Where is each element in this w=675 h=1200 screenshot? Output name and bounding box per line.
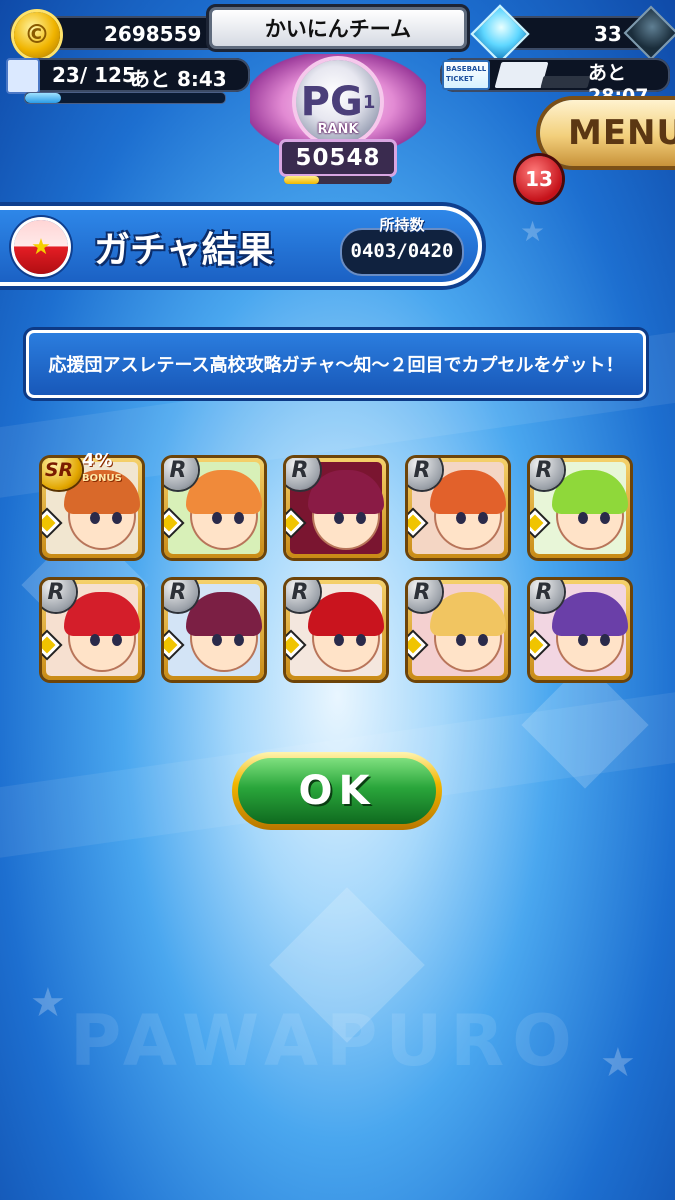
rank-gauge (284, 176, 392, 184)
rank-gauge-fill (284, 176, 319, 184)
bonus-indicator: 4% BONUS (82, 452, 148, 492)
ticket-label-top: BASEBALL (446, 65, 487, 73)
character-eye (234, 634, 244, 646)
result-card[interactable]: R (530, 580, 630, 680)
character-hair (552, 470, 628, 514)
stamina-bar-fill (25, 93, 61, 103)
character-eye (456, 512, 466, 524)
ok-label: OK (298, 768, 376, 814)
result-card[interactable]: R (164, 580, 264, 680)
rank-score: 50548 (282, 142, 394, 174)
background-star: ★ (600, 1040, 636, 1086)
character-eye (90, 512, 100, 524)
character-eye (234, 512, 244, 524)
owned-count-value: 0403/0420 (350, 240, 454, 262)
gem-icon (470, 4, 530, 64)
bonus-label: BONUS (82, 473, 122, 484)
background-star: ★ (30, 980, 66, 1026)
notification-badge[interactable]: 13 (516, 156, 562, 202)
character-hair (430, 592, 506, 636)
capsule-icon: ★ (14, 220, 68, 274)
result-card[interactable]: R (164, 458, 264, 558)
character-eye (478, 634, 488, 646)
rank-label: RANK (317, 122, 359, 137)
character-eye (212, 512, 222, 524)
result-card[interactable]: R (408, 458, 508, 558)
result-card[interactable]: R (408, 580, 508, 680)
character-hair (552, 592, 628, 636)
bonus-value: 4% (82, 450, 113, 471)
character-eye (334, 512, 344, 524)
character-hair (186, 470, 262, 514)
rank-emblem-text: PG (300, 79, 363, 125)
coin-icon: © (14, 12, 60, 58)
character-eye (578, 512, 588, 524)
stamina-timer: あと 8:43 (130, 67, 227, 91)
rank-emblem[interactable]: PG 1 RANK 50548 (250, 46, 426, 192)
character-eye (356, 512, 366, 524)
character-eye (90, 634, 100, 646)
character-eye (356, 634, 366, 646)
result-message: 応援団アスレテース高校攻略ガチャ～知～２回目でカプセルをゲット！ (26, 330, 646, 398)
menu-label: MENU (568, 113, 675, 153)
character-hair (430, 470, 506, 514)
character-eye (112, 512, 122, 524)
character-hair (186, 592, 262, 636)
team-name: かいにんチーム (264, 17, 412, 41)
stamina-bar (24, 92, 226, 104)
page-title: ガチャ結果 (94, 230, 274, 271)
character-eye (578, 634, 588, 646)
character-eye (212, 634, 222, 646)
menu-button[interactable]: MENU (540, 100, 675, 166)
result-card[interactable]: R (42, 580, 142, 680)
character-eye (456, 634, 466, 646)
owned-count-box: 所持数 0403/0420 (340, 216, 464, 276)
character-eye (334, 634, 344, 646)
character-hair (64, 592, 140, 636)
ticket-label-bottom: TICKET (446, 75, 474, 83)
ok-button-face: OK (238, 758, 436, 824)
stamina-value: 23/ 125 (52, 63, 136, 87)
result-card[interactable]: R (530, 458, 630, 558)
result-card[interactable]: R (286, 580, 386, 680)
character-hair (308, 470, 384, 514)
result-card[interactable]: R (286, 458, 386, 558)
gem-amount: 33 (594, 22, 622, 46)
character-eye (600, 634, 610, 646)
character-hair (308, 592, 384, 636)
coin-amount: 2698559 (104, 22, 202, 46)
result-message-text: 応援団アスレテース高校攻略ガチャ～知～２回目でカプセルをゲット！ (48, 355, 624, 376)
ticket-icon: BASEBALL TICKET (442, 60, 490, 90)
team-name-plate[interactable]: かいにんチーム (212, 10, 464, 46)
character-eye (478, 512, 488, 524)
ok-button[interactable]: OK (232, 752, 442, 830)
background-star: ★ (520, 215, 546, 248)
character-eye (112, 634, 122, 646)
add-gem-icon[interactable] (623, 5, 675, 61)
background-watermark: PAWAPURO (70, 1000, 580, 1082)
character-eye (600, 512, 610, 524)
owned-count-label: 所持数 (379, 216, 425, 234)
rank-sub: 1 (362, 91, 376, 113)
stamina-icon (6, 58, 40, 94)
